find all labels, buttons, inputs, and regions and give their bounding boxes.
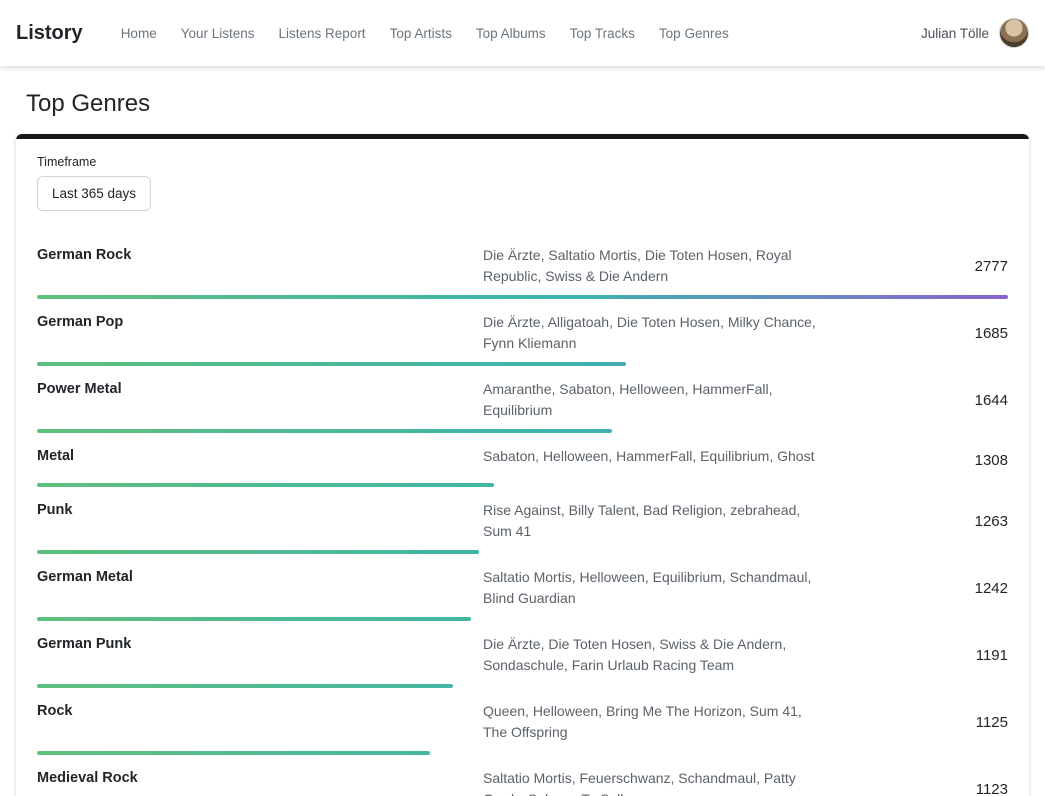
genre-count: 1123 — [823, 781, 1008, 796]
nav-item-top-albums[interactable]: Top Albums — [468, 18, 554, 49]
genre-name: German Punk — [37, 634, 483, 652]
genre-row: Power Metal Amaranthe, Sabaton, Hellowee… — [37, 371, 1008, 438]
genre-count: 1263 — [823, 513, 1008, 530]
genre-count: 1242 — [823, 580, 1008, 597]
genre-bar-fill — [37, 362, 626, 366]
genre-artists: Amaranthe, Sabaton, Helloween, HammerFal… — [483, 379, 823, 421]
genre-artists: Saltatio Mortis, Feuerschwanz, Schandmau… — [483, 768, 823, 796]
nav-item-your-listens[interactable]: Your Listens — [173, 18, 263, 49]
page-title: Top Genres — [26, 90, 1045, 118]
genre-name: Metal — [37, 446, 483, 464]
genre-bar-fill — [37, 751, 430, 755]
genre-name: German Rock — [37, 245, 483, 263]
nav-item-top-artists[interactable]: Top Artists — [382, 18, 460, 49]
timeframe-dropdown-button[interactable]: Last 365 days — [37, 176, 151, 211]
genre-bar-track — [37, 617, 1008, 621]
genre-bar-fill — [37, 295, 1008, 299]
genre-row: Metal Sabaton, Helloween, HammerFall, Eq… — [37, 438, 1008, 492]
nav-menu: Home Your Listens Listens Report Top Art… — [113, 18, 745, 49]
genre-bar-fill — [37, 684, 453, 688]
genre-row: German Pop Die Ärzte, Alligatoah, Die To… — [37, 304, 1008, 371]
genre-count: 1685 — [823, 325, 1008, 342]
genre-artists: Queen, Helloween, Bring Me The Horizon, … — [483, 701, 823, 743]
genre-bar-track — [37, 751, 1008, 755]
genre-bar-track — [37, 362, 1008, 366]
timeframe-label: Timeframe — [37, 155, 1008, 169]
genre-bar-fill — [37, 429, 612, 433]
nav-item-home[interactable]: Home — [113, 18, 165, 49]
genre-artists: Die Ärzte, Alligatoah, Die Toten Hosen, … — [483, 312, 823, 354]
genre-count: 1308 — [823, 452, 1008, 469]
genre-artists: Die Ärzte, Saltatio Mortis, Die Toten Ho… — [483, 245, 823, 287]
user-name[interactable]: Julian Tölle — [921, 26, 989, 41]
user-avatar[interactable] — [999, 18, 1029, 48]
genre-artists: Die Ärzte, Die Toten Hosen, Swiss & Die … — [483, 634, 823, 676]
genre-name: German Pop — [37, 312, 483, 330]
genre-name: Rock — [37, 701, 483, 719]
genre-row: German Rock Die Ärzte, Saltatio Mortis, … — [37, 237, 1008, 304]
genre-bar-fill — [37, 483, 494, 487]
nav-item-listens-report[interactable]: Listens Report — [271, 18, 374, 49]
top-genres-card: Timeframe Last 365 days German Rock Die … — [16, 134, 1029, 796]
genre-artists: Saltatio Mortis, Helloween, Equilibrium,… — [483, 567, 823, 609]
genre-bar-track — [37, 684, 1008, 688]
genre-table: German Rock Die Ärzte, Saltatio Mortis, … — [37, 237, 1008, 796]
genre-name: Power Metal — [37, 379, 483, 397]
genre-bar-fill — [37, 617, 471, 621]
genre-row: Medieval Rock Saltatio Mortis, Feuerschw… — [37, 760, 1008, 796]
genre-count: 1191 — [823, 647, 1008, 664]
genre-row: German Punk Die Ärzte, Die Toten Hosen, … — [37, 626, 1008, 693]
genre-name: German Metal — [37, 567, 483, 585]
genre-artists: Rise Against, Billy Talent, Bad Religion… — [483, 500, 823, 542]
nav-user-area: Julian Tölle — [921, 18, 1029, 48]
genre-row: German Metal Saltatio Mortis, Helloween,… — [37, 559, 1008, 626]
genre-count: 1644 — [823, 392, 1008, 409]
nav-item-top-genres[interactable]: Top Genres — [651, 18, 737, 49]
genre-row: Rock Queen, Helloween, Bring Me The Hori… — [37, 693, 1008, 760]
genre-row: Punk Rise Against, Billy Talent, Bad Rel… — [37, 492, 1008, 559]
genre-bar-track — [37, 295, 1008, 299]
genre-bar-track — [37, 550, 1008, 554]
genre-name: Medieval Rock — [37, 768, 483, 786]
genre-bar-track — [37, 483, 1008, 487]
top-nav: Listory Home Your Listens Listens Report… — [0, 0, 1045, 66]
genre-count: 1125 — [823, 714, 1008, 731]
genre-bar-fill — [37, 550, 479, 554]
genre-count: 2777 — [823, 258, 1008, 275]
genre-bar-track — [37, 429, 1008, 433]
nav-item-top-tracks[interactable]: Top Tracks — [562, 18, 643, 49]
brand-logo[interactable]: Listory — [16, 22, 83, 45]
genre-name: Punk — [37, 500, 483, 518]
genre-artists: Sabaton, Helloween, HammerFall, Equilibr… — [483, 446, 823, 467]
